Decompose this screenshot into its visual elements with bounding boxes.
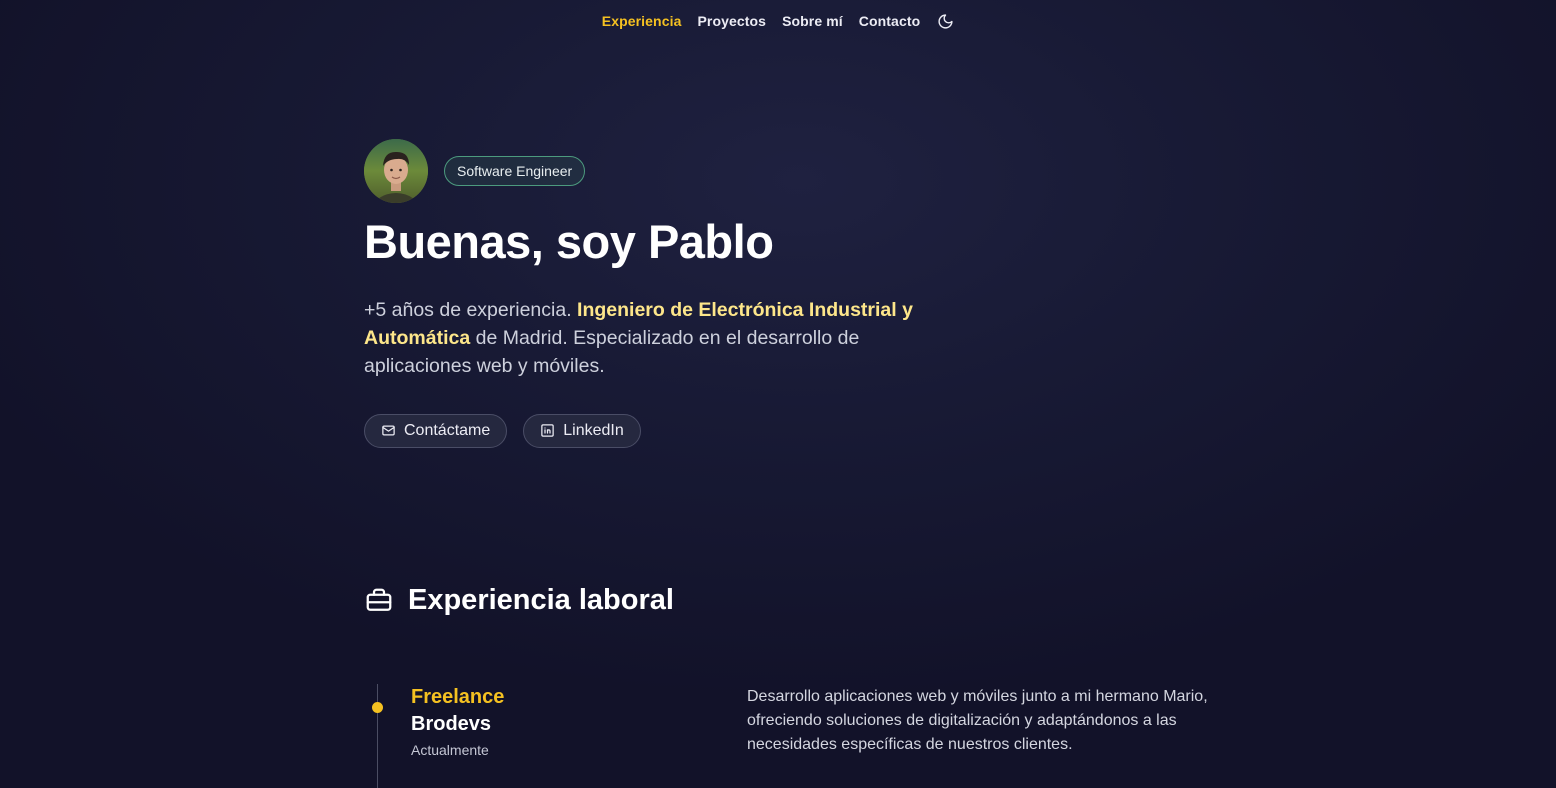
hero-buttons: Contáctame LinkedIn	[364, 413, 964, 448]
page-title: Buenas, soy Pablo	[364, 215, 774, 268]
experience-timeline: Freelance Brodevs Actualmente Desarrollo…	[364, 684, 1224, 788]
hero-header: Software Engineer	[364, 139, 964, 203]
linkedin-button[interactable]: LinkedIn	[523, 413, 641, 448]
role-badge: Software Engineer	[444, 156, 586, 186]
intro-part-1: +5 años de experiencia.	[364, 298, 578, 321]
avatar	[364, 139, 428, 203]
contact-button-label: Contáctame	[404, 421, 491, 439]
nav-item-experiencia[interactable]: Experiencia	[602, 13, 682, 29]
contact-button[interactable]: Contáctame	[364, 413, 508, 448]
hero-section: Software Engineer Buenas, soy Pablo +5 a…	[364, 139, 964, 448]
linkedin-button-label: LinkedIn	[563, 421, 624, 439]
timeline-dot	[372, 702, 383, 713]
job-date: Actualmente	[411, 742, 489, 758]
briefcase-icon	[364, 586, 394, 616]
nav-item-sobre-mi[interactable]: Sobre mí	[782, 13, 843, 29]
mail-icon	[381, 423, 396, 438]
job-role: Freelance	[411, 686, 505, 708]
nav-item-proyectos[interactable]: Proyectos	[697, 13, 766, 29]
intro-text: +5 años de experiencia. Ingeniero de Ele…	[364, 296, 944, 380]
linkedin-icon	[540, 423, 555, 438]
experience-title: Experiencia laboral	[408, 584, 674, 616]
job-description: Desarrollo aplicaciones web y móviles ju…	[747, 688, 1208, 753]
moon-icon[interactable]	[936, 12, 954, 30]
timeline-line	[377, 684, 378, 788]
job-item: Freelance Brodevs Actualmente	[411, 684, 504, 758]
job-company: Brodevs	[411, 713, 492, 735]
nav-item-contacto[interactable]: Contacto	[859, 13, 920, 29]
main-nav: Experiencia Proyectos Sobre mí Contacto	[0, 0, 1556, 42]
experience-heading: Experiencia laboral	[364, 584, 674, 617]
